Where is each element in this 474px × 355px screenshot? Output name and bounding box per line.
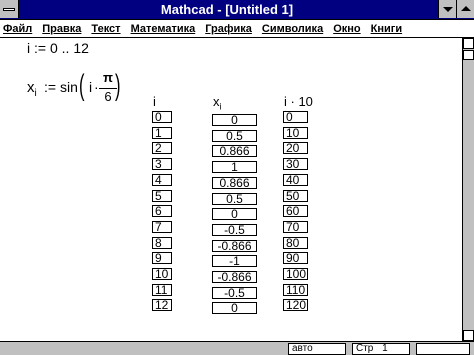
menu-symbolics[interactable]: Символика xyxy=(262,23,323,35)
table-cell[interactable]: 20 xyxy=(283,142,308,155)
scroll-thumb[interactable] xyxy=(463,50,474,60)
assign-operator: := xyxy=(34,40,47,56)
table-cell[interactable]: 120 xyxy=(283,299,308,312)
minimize-icon xyxy=(443,7,453,12)
table-cell[interactable]: 5 xyxy=(152,189,172,202)
menu-bar: Файл Правка Текст Математика Графика Символик… xyxy=(0,20,474,38)
x-lhs-var: x xyxy=(27,79,35,96)
menu-graphics[interactable]: Графика xyxy=(205,23,252,35)
table-cell[interactable]: 3 xyxy=(152,158,172,171)
table-cell[interactable]: 100 xyxy=(283,268,308,280)
table-cell[interactable]: 7 xyxy=(152,220,172,233)
status-mode: авто xyxy=(288,343,346,355)
system-menu-button[interactable] xyxy=(0,0,19,18)
menu-edit[interactable]: Правка xyxy=(42,23,81,35)
table-cell[interactable]: 0.5 xyxy=(212,192,257,205)
range-variable: i xyxy=(27,40,31,56)
window-title: Mathcad - [Untitled 1] xyxy=(160,2,294,17)
menu-books[interactable]: Книги xyxy=(371,23,402,35)
menu-window[interactable]: Окно xyxy=(333,23,360,35)
table-cell[interactable]: 0.866 xyxy=(212,145,257,158)
status-extra xyxy=(416,343,470,355)
table-cell[interactable]: -0.5 xyxy=(212,223,257,236)
table-cell[interactable]: 0.866 xyxy=(212,176,257,189)
table-cell[interactable]: 9 xyxy=(152,252,172,265)
table-cell[interactable]: 0 xyxy=(283,111,308,123)
table-cell[interactable]: 40 xyxy=(283,173,308,186)
scroll-down-button[interactable] xyxy=(463,330,474,341)
multiply-dot: · xyxy=(94,79,99,95)
scroll-up-button[interactable] xyxy=(463,38,474,49)
open-paren: ( xyxy=(79,69,85,102)
status-page-label: Стр xyxy=(356,343,374,354)
table-cell[interactable]: 0 xyxy=(212,114,257,126)
table-cell[interactable]: 80 xyxy=(283,236,308,249)
table-cell[interactable]: 50 xyxy=(283,189,308,202)
x-lhs-subscript: i xyxy=(34,88,37,99)
table-cell[interactable]: -0.5 xyxy=(212,286,257,299)
table-cell[interactable]: 12 xyxy=(152,299,172,312)
status-page-number: 1 xyxy=(382,343,388,354)
system-menu-icon xyxy=(3,8,15,11)
table-cell[interactable]: -1 xyxy=(212,255,257,268)
maximize-button[interactable] xyxy=(456,0,474,18)
table-cell[interactable]: 4 xyxy=(152,173,172,186)
table-cell[interactable]: -0.866 xyxy=(212,239,257,252)
table-cell[interactable]: 1 xyxy=(152,126,172,139)
menu-file[interactable]: Файл xyxy=(3,23,32,35)
vertical-scrollbar[interactable] xyxy=(462,38,474,341)
table-cell[interactable]: 0 xyxy=(152,111,172,123)
maximize-icon xyxy=(461,6,471,11)
arg-variable: i xyxy=(89,79,93,95)
table-cell[interactable]: 8 xyxy=(152,236,172,249)
table-cell[interactable]: 6 xyxy=(152,205,172,218)
close-paren: ) xyxy=(115,69,121,102)
table-cell[interactable]: 30 xyxy=(283,158,308,171)
table-cell[interactable]: 0 xyxy=(212,302,257,315)
table-cell[interactable]: 0 xyxy=(212,208,257,221)
table-cell[interactable]: 0.5 xyxy=(212,129,257,142)
x-lhs: xi xyxy=(27,79,37,99)
header-x-subscript: i xyxy=(219,101,222,112)
table-cell[interactable]: 2 xyxy=(152,142,172,155)
worksheet[interactable]: i := 0 .. 12 xi := sin ( i · π 6 ) i xi … xyxy=(0,38,462,341)
table-cell[interactable]: 1 xyxy=(212,161,257,174)
range-definition[interactable]: i := 0 .. 12 xyxy=(27,40,89,56)
table-cell[interactable]: 10 xyxy=(283,126,308,139)
menu-math[interactable]: Математика xyxy=(131,23,196,35)
table-cell[interactable]: 60 xyxy=(283,205,308,218)
range-value: 0 .. 12 xyxy=(49,40,89,56)
table-cell[interactable]: 110 xyxy=(283,283,308,296)
table-cell[interactable]: 70 xyxy=(283,220,308,233)
title-bar: Mathcad - [Untitled 1] xyxy=(0,0,474,20)
table-cell[interactable]: 90 xyxy=(283,252,308,265)
minimize-button[interactable] xyxy=(438,0,456,18)
header-i: i xyxy=(153,94,156,109)
status-bar: авто Стр 1 xyxy=(0,341,474,355)
table-cell[interactable]: -0.866 xyxy=(212,271,257,283)
table-cell[interactable]: 11 xyxy=(152,283,172,296)
status-page: Стр 1 xyxy=(352,343,410,355)
menu-text[interactable]: Текст xyxy=(91,23,120,35)
header-x: xi xyxy=(213,94,222,112)
sin-function: sin xyxy=(60,79,78,95)
table-cell[interactable]: 10 xyxy=(152,268,172,280)
header-i10: i · 10 xyxy=(284,94,313,109)
x-assign-operator: := xyxy=(44,79,57,95)
